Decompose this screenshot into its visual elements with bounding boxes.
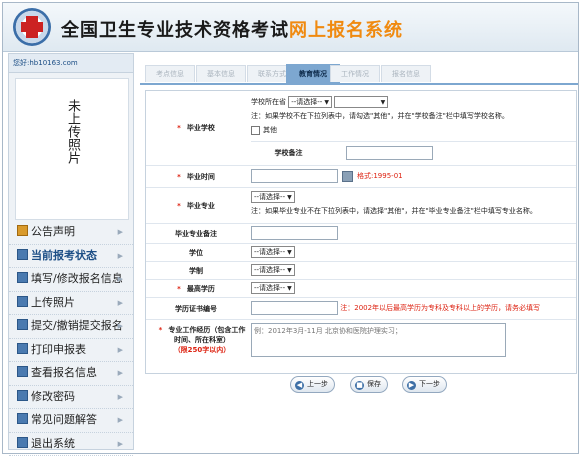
sidebar-item-view-info[interactable]: 查看报名信息 ▶ bbox=[9, 362, 133, 386]
chevron-right-icon: ▶ bbox=[117, 439, 123, 448]
header: 全国卫生专业技术资格考试网上报名系统 bbox=[3, 3, 578, 52]
key-icon bbox=[17, 389, 28, 401]
sidebar-item-announcement[interactable]: 公告声明 ▶ bbox=[9, 221, 133, 245]
sidebar-item-print[interactable]: 打印申报表 ▶ bbox=[9, 339, 133, 362]
tab-bar: 考点信息 基本信息 联系方式 教育情况 工作情况 报名信息 bbox=[140, 63, 578, 85]
row-major: * 毕业专业 --请选择-- ▼ 注：如果毕业专业不在下拉列表中，请选择"其他"，并… bbox=[146, 187, 576, 224]
province-select[interactable]: --请选择-- ▼ bbox=[288, 96, 332, 108]
submit-icon bbox=[17, 319, 28, 330]
sidebar-item-submit[interactable]: 提交/撤销提交报名 ▶ bbox=[9, 315, 133, 339]
education-form: * 毕业学校 学校所在省 --请选择-- ▼ ▼ 注：如果学校不在下拉列表中，请勾选… bbox=[145, 90, 577, 374]
sidebar-item-faq[interactable]: 常见问题解答 ▶ bbox=[9, 409, 133, 433]
print-icon bbox=[17, 342, 28, 354]
row-degree: 学位 --请选择-- ▼ bbox=[146, 243, 576, 262]
status-icon bbox=[17, 248, 28, 260]
sidebar: 您好:hb10163.com 未上传照片 公告声明 ▶ 当前报考状态 ▶ 填写/修改… bbox=[8, 53, 134, 456]
username-label: 您好:hb10163.com bbox=[9, 54, 133, 73]
chevron-right-icon: ▶ bbox=[117, 416, 123, 424]
row-academic-system: 学制 --请选择-- ▼ bbox=[146, 261, 576, 280]
tab-work[interactable]: 工作情况 bbox=[330, 65, 380, 82]
help-icon bbox=[17, 413, 28, 424]
page-title: 全国卫生专业技术资格考试网上报名系统 bbox=[61, 20, 403, 41]
major-select[interactable]: --请选择-- ▼ bbox=[251, 191, 295, 203]
logo-icon bbox=[13, 8, 51, 46]
photo-text: 未上传照片 bbox=[65, 99, 80, 164]
chevron-right-icon: ▶ bbox=[117, 251, 123, 260]
major-remark-input[interactable] bbox=[251, 226, 338, 240]
academic-system-select[interactable]: --请选择-- ▼ bbox=[251, 264, 295, 276]
cert-no-input[interactable] bbox=[251, 301, 338, 315]
save-icon: ■ bbox=[355, 381, 364, 390]
work-exp-label: 专业工作经历（包含工作时间、所在科室） bbox=[168, 326, 246, 344]
cert-no-note: 注：2002年以后最高学历为专科及专科以上的学历，请务必填写 bbox=[340, 304, 541, 312]
view-icon bbox=[17, 366, 28, 377]
work-exp-limit: （限250字以内） bbox=[173, 346, 231, 354]
sidebar-item-change-password[interactable]: 修改密码 ▶ bbox=[9, 386, 133, 409]
chevron-right-icon: ▶ bbox=[117, 392, 123, 401]
grad-time-label: 毕业时间 bbox=[186, 173, 215, 181]
school-remark-row: 学校备注 bbox=[251, 141, 576, 165]
school-remark-label: 学校备注 bbox=[274, 149, 303, 157]
grad-time-format-hint: 格式:1995-01 bbox=[357, 172, 403, 180]
chevron-right-icon: ▶ bbox=[117, 275, 123, 283]
chevron-right-icon: ▶ bbox=[117, 228, 123, 236]
save-button[interactable]: ■ 保存 bbox=[350, 376, 388, 393]
chevron-right-icon: ▶ bbox=[117, 345, 123, 354]
academic-system-label: 学制 bbox=[189, 267, 203, 275]
highest-edu-label: 最高学历 bbox=[186, 285, 215, 293]
chevron-right-icon: ▶ bbox=[117, 369, 123, 377]
exit-icon bbox=[17, 436, 28, 448]
row-school: * 毕业学校 学校所在省 --请选择-- ▼ ▼ 注：如果学校不在下拉列表中，请勾选… bbox=[146, 91, 576, 166]
grad-time-input[interactable] bbox=[251, 169, 338, 183]
chevron-right-icon: ▶ bbox=[117, 298, 123, 307]
sidebar-item-upload-photo[interactable]: 上传照片 ▶ bbox=[9, 292, 133, 315]
row-grad-time: * 毕业时间 格式:1995-01 bbox=[146, 165, 576, 188]
row-work-exp: * 专业工作经历（包含工作时间、所在科室） （限250字以内） bbox=[146, 319, 576, 371]
major-remark-label: 毕业专业备注 bbox=[175, 230, 217, 238]
button-bar: ◀ 上一步 ■ 保存 ▶ 下一步 bbox=[290, 376, 490, 394]
other-school-checkbox[interactable] bbox=[251, 125, 260, 135]
highest-edu-select[interactable]: --请选择-- ▼ bbox=[251, 282, 295, 294]
province-prefix: 学校所在省 bbox=[251, 98, 286, 106]
degree-label: 学位 bbox=[189, 249, 203, 257]
sidebar-item-edit-info[interactable]: 填写/修改报名信息 ▶ bbox=[9, 268, 133, 292]
row-major-remark: 毕业专业备注 bbox=[146, 223, 576, 244]
calendar-icon[interactable] bbox=[342, 170, 353, 182]
school-note: 注：如果学校不在下拉列表中，请勾选"其他"，并在"学校备注"栏中填写学校名称。 bbox=[251, 112, 509, 120]
tab-registration[interactable]: 报名信息 bbox=[381, 65, 431, 82]
degree-select[interactable]: --请选择-- ▼ bbox=[251, 246, 295, 258]
work-exp-textarea[interactable] bbox=[251, 323, 506, 357]
cert-no-label: 学历证书编号 bbox=[175, 305, 217, 313]
school-select[interactable]: ▼ bbox=[334, 96, 389, 108]
house-icon bbox=[17, 225, 28, 236]
row-highest-edu: * 最高学历 --请选择-- ▼ bbox=[146, 279, 576, 298]
arrow-right-icon: ▶ bbox=[407, 381, 416, 390]
sidebar-item-status[interactable]: 当前报考状态 ▶ bbox=[9, 245, 133, 268]
major-label: 毕业专业 bbox=[186, 202, 215, 210]
next-button[interactable]: ▶ 下一步 bbox=[402, 376, 447, 393]
chevron-right-icon: ▶ bbox=[117, 322, 123, 330]
photo-icon bbox=[17, 295, 28, 307]
sidebar-menu: 公告声明 ▶ 当前报考状态 ▶ 填写/修改报名信息 ▶ 上传照片 ▶ 提交/撤销提交报名… bbox=[9, 221, 133, 456]
school-label: * 毕业学校 bbox=[177, 124, 215, 132]
major-note: 注：如果毕业专业不在下拉列表中，请选择"其他"，并在"毕业专业备注"栏中填写专业… bbox=[251, 207, 537, 215]
tab-exam-site[interactable]: 考点信息 bbox=[145, 65, 195, 82]
other-school-label: 其他 bbox=[263, 126, 277, 134]
sidebar-item-logout[interactable]: 退出系统 ▶ bbox=[9, 433, 133, 456]
photo-placeholder: 未上传照片 bbox=[15, 78, 129, 220]
prev-button[interactable]: ◀ 上一步 bbox=[290, 376, 335, 393]
arrow-left-icon: ◀ bbox=[295, 381, 304, 390]
edit-icon bbox=[17, 272, 28, 283]
tab-basic-info[interactable]: 基本信息 bbox=[196, 65, 246, 82]
school-remark-input[interactable] bbox=[346, 146, 433, 160]
row-cert-no: 学历证书编号 注：2002年以后最高学历为专科及专科以上的学历，请务必填写 bbox=[146, 297, 576, 320]
